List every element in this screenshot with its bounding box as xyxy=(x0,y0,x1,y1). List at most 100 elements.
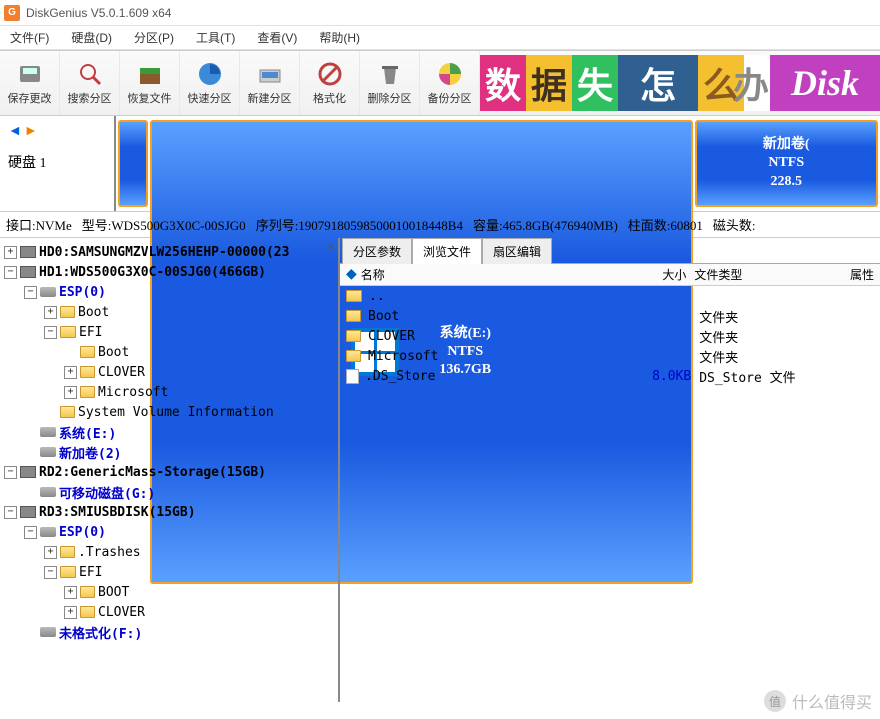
tree-row[interactable]: +CLOVER xyxy=(0,362,336,382)
tree-toggle[interactable]: + xyxy=(64,386,77,399)
tree-row[interactable]: − ESP(0) xyxy=(0,522,336,542)
tree-toggle[interactable]: − xyxy=(44,326,57,339)
tree-row[interactable]: System Volume Information xyxy=(0,402,336,422)
col-attr[interactable]: 属性 xyxy=(804,266,880,283)
tree-toggle[interactable]: − xyxy=(4,506,17,519)
delete-button[interactable]: 删除分区 xyxy=(360,51,420,115)
ad-banner[interactable]: 数据失怎么办!Disk xyxy=(480,51,880,115)
tree-label: ESP(0) xyxy=(59,285,106,300)
col-type[interactable]: 文件类型 xyxy=(694,266,804,283)
menu-1[interactable]: 硬盘(D) xyxy=(67,27,116,48)
tree-row[interactable]: +Microsoft xyxy=(0,382,336,402)
tree-toggle[interactable]: − xyxy=(4,266,17,279)
tree-toggle[interactable]: + xyxy=(64,606,77,619)
tree-toggle[interactable]: − xyxy=(44,566,57,579)
tab-2[interactable]: 扇区编辑 xyxy=(482,238,552,264)
tree-row[interactable]: −EFI xyxy=(0,562,336,582)
next-disk-icon[interactable]: ► xyxy=(24,122,38,138)
menu-4[interactable]: 查看(V) xyxy=(253,27,301,48)
tool-label: 恢复文件 xyxy=(128,90,172,106)
tree-toggle[interactable]: − xyxy=(24,286,37,299)
tree-row[interactable]: − EFI xyxy=(0,322,336,342)
tree-row[interactable]: +HD0:SAMSUNGMZVLW256HEHP-00000(23 xyxy=(0,242,336,262)
tab-0[interactable]: 分区参数 xyxy=(342,238,412,264)
tree-row[interactable]: Boot xyxy=(0,342,336,362)
tool-label: 格式化 xyxy=(313,90,346,106)
menu-5[interactable]: 帮助(H) xyxy=(315,27,364,48)
folder-icon xyxy=(80,606,95,618)
app-icon: G xyxy=(4,5,20,21)
tree-row[interactable]: +CLOVER xyxy=(0,602,336,622)
file-row[interactable]: CLOVER文件夹 xyxy=(340,326,880,346)
tree-row[interactable]: − ESP(0) xyxy=(0,282,336,302)
save-button[interactable]: 保存更改 xyxy=(0,51,60,115)
tree-row[interactable]: −RD3:SMIUSBDISK(15GB) xyxy=(0,502,336,522)
quick-icon xyxy=(196,60,224,88)
tree-toggle[interactable]: + xyxy=(44,306,57,319)
close-icon[interactable]: ✕ xyxy=(327,240,334,253)
folder-icon xyxy=(60,306,75,318)
menu-2[interactable]: 分区(P) xyxy=(130,27,178,48)
recover-button[interactable]: 恢复文件 xyxy=(120,51,180,115)
title-bar: G DiskGenius V5.0.1.609 x64 xyxy=(0,0,880,26)
new-button[interactable]: 新建分区 xyxy=(240,51,300,115)
tree-label: Boot xyxy=(78,305,109,320)
up-arrow-icon[interactable]: ◆ xyxy=(346,266,357,283)
tree-toggle[interactable]: + xyxy=(44,546,57,559)
tool-label: 快速分区 xyxy=(188,90,232,106)
tree-label: EFI xyxy=(79,325,102,340)
search-button[interactable]: 搜索分区 xyxy=(60,51,120,115)
tree-toggle[interactable]: − xyxy=(24,526,37,539)
partition-size: 228.5 xyxy=(763,173,810,191)
capacity: 容量:465.8GB(476940MB) xyxy=(473,215,618,234)
tree-row[interactable]: −HD1:WDS500G3X0C-00SJG0(466GB) xyxy=(0,262,336,282)
col-size[interactable]: 大小 xyxy=(624,266,694,283)
file-row[interactable]: .DS_Store8.0KBDS_Store 文件 xyxy=(340,366,880,386)
menu-3[interactable]: 工具(T) xyxy=(192,27,239,48)
folder-icon xyxy=(346,330,361,342)
heads: 磁头数: xyxy=(713,215,756,234)
new-icon xyxy=(256,60,284,88)
file-list-header: ◆名称 大小 文件类型 属性 xyxy=(340,264,880,286)
menu-0[interactable]: 文件(F) xyxy=(6,27,53,48)
tree-row[interactable]: +BOOT xyxy=(0,582,336,602)
banner-seg: Disk xyxy=(770,55,880,111)
tree-row[interactable]: 系统(E:) xyxy=(0,422,336,442)
tree-toggle[interactable]: + xyxy=(4,246,17,259)
file-name: Microsoft xyxy=(368,349,438,364)
file-row[interactable]: Microsoft文件夹 xyxy=(340,346,880,366)
tree-row[interactable]: −RD2:GenericMass-Storage(15GB) xyxy=(0,462,336,482)
tree-row[interactable]: 新加卷(2) xyxy=(0,442,336,462)
tree-row[interactable]: 可移动磁盘(G:) xyxy=(0,482,336,502)
folder-icon xyxy=(60,406,75,418)
disk-tree: +HD0:SAMSUNGMZVLW256HEHP-00000(23−HD1:WD… xyxy=(0,238,338,646)
partition-newvol[interactable]: 新加卷( NTFS 228.5 xyxy=(695,120,879,207)
tree-row[interactable]: 未格式化(F:) xyxy=(0,622,336,642)
model: 型号:WDS500G3X0C-00SJG0 xyxy=(82,215,246,234)
tool-label: 搜索分区 xyxy=(68,90,112,106)
quick-button[interactable]: 快速分区 xyxy=(180,51,240,115)
file-icon xyxy=(346,369,359,384)
col-name[interactable]: 名称 xyxy=(361,266,385,283)
partition-esp[interactable] xyxy=(118,120,148,207)
tree-row[interactable]: +.Trashes xyxy=(0,542,336,562)
tree-toggle[interactable]: − xyxy=(4,466,17,479)
folder-icon xyxy=(80,346,95,358)
tree-toggle[interactable]: + xyxy=(64,586,77,599)
format-button[interactable]: 格式化 xyxy=(300,51,360,115)
file-type: 文件夹 xyxy=(699,307,809,326)
tree-label: Boot xyxy=(98,345,129,360)
file-size: 8.0KB xyxy=(629,369,699,384)
folder-icon xyxy=(346,310,361,322)
tab-1[interactable]: 浏览文件 xyxy=(412,238,482,264)
tree-label: ESP(0) xyxy=(59,525,106,540)
folder-open-icon xyxy=(60,566,76,578)
watermark-badge-icon: 值 xyxy=(764,690,786,712)
tree-toggle[interactable]: + xyxy=(64,366,77,379)
backup-button[interactable]: 备份分区 xyxy=(420,51,480,115)
file-row[interactable]: .. xyxy=(340,286,880,306)
prev-disk-icon[interactable]: ◄ xyxy=(8,122,22,138)
tool-label: 保存更改 xyxy=(8,90,52,106)
tree-row[interactable]: + Boot xyxy=(0,302,336,322)
file-row[interactable]: Boot文件夹 xyxy=(340,306,880,326)
